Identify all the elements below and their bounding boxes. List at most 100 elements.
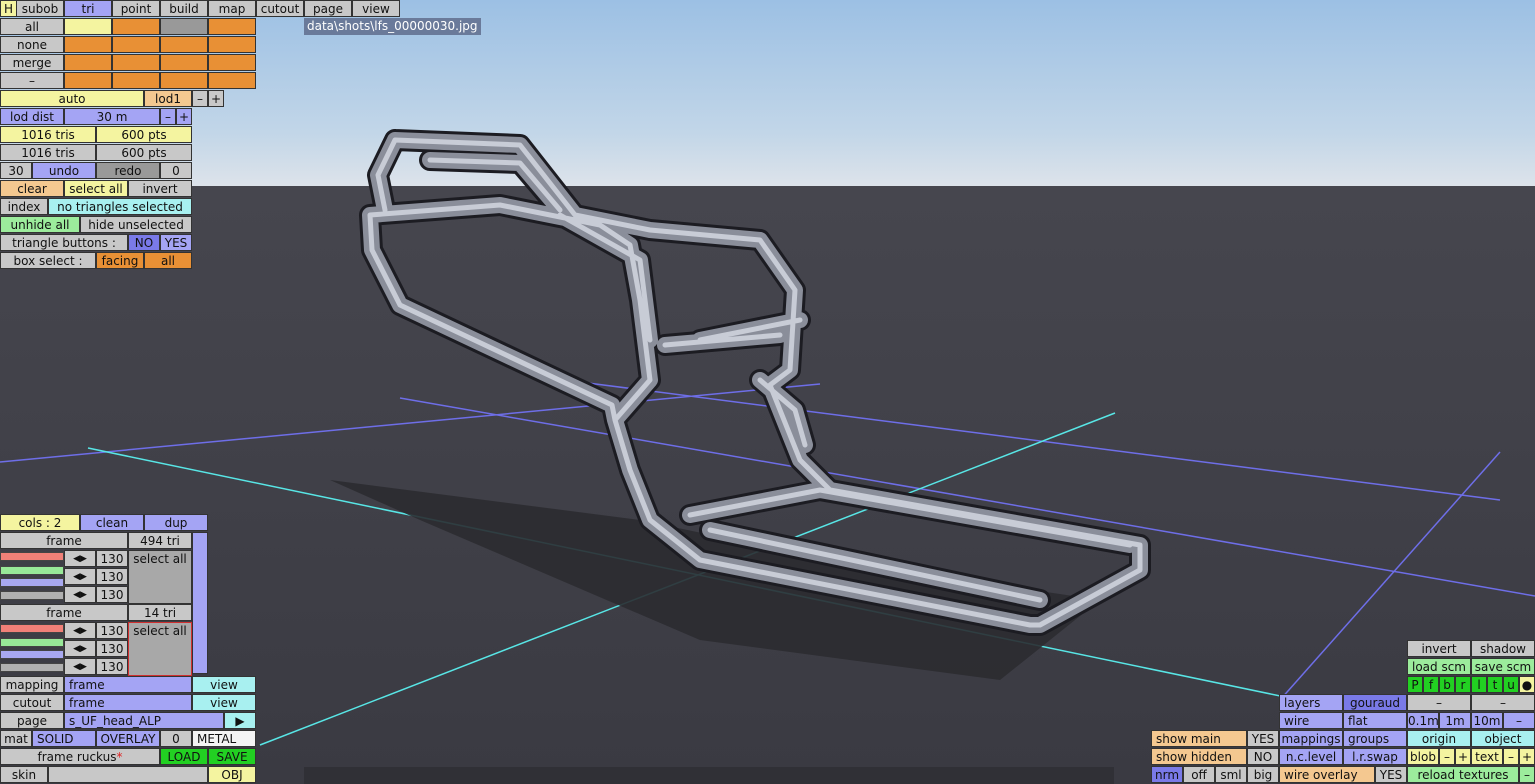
dot-icon[interactable]: ●	[1519, 676, 1535, 693]
clean-button[interactable]: clean	[80, 514, 144, 531]
show-hidden-value[interactable]: NO	[1247, 748, 1279, 765]
arrow-right-icon[interactable]: ▶	[80, 572, 87, 582]
hide-unselected-button[interactable]: hide unselected	[80, 216, 192, 233]
layers-button[interactable]: layers	[1279, 694, 1343, 711]
arrow-left-icon[interactable]: ◀	[73, 572, 80, 582]
big-button[interactable]: big	[1247, 766, 1279, 783]
red-slider[interactable]	[0, 624, 64, 633]
flag-f[interactable]: f	[1423, 676, 1439, 693]
arrow-left-icon[interactable]: ◀	[73, 626, 80, 636]
group-cell[interactable]	[160, 72, 208, 89]
select-all-tri-button[interactable]: select all	[64, 180, 128, 197]
wire-overlay-value[interactable]: YES	[1375, 766, 1407, 783]
dist-0-1m[interactable]: 0.1m	[1407, 712, 1439, 729]
tab-h[interactable]: H	[0, 0, 17, 17]
arrow-left-icon[interactable]: ◀	[73, 554, 80, 564]
gouraud-button[interactable]: gouraud	[1343, 694, 1407, 711]
invert-button[interactable]: invert	[128, 180, 192, 197]
page-value[interactable]: s_UF_head_ALP	[64, 712, 224, 729]
dist-10m[interactable]: 10m	[1471, 712, 1503, 729]
scrollbar[interactable]	[192, 532, 208, 674]
tab-subob[interactable]: subob	[16, 0, 64, 17]
alpha-slider[interactable]	[0, 591, 64, 600]
tab-page[interactable]: page	[304, 0, 352, 17]
blue-slider[interactable]	[0, 578, 64, 587]
group-cell[interactable]	[208, 18, 256, 35]
arrow-left-icon[interactable]: ◀	[73, 644, 80, 654]
blob-minus-button[interactable]: –	[1439, 748, 1455, 765]
tab-build[interactable]: build	[160, 0, 208, 17]
color-arrows[interactable]: ◀▶	[64, 550, 96, 567]
text-minus-button[interactable]: –	[1503, 748, 1519, 765]
tab-cutout[interactable]: cutout	[256, 0, 304, 17]
lr-swap-button[interactable]: l.r.swap	[1343, 748, 1407, 765]
undo-button[interactable]: undo	[32, 162, 96, 179]
page-next-icon[interactable]: ▶	[224, 712, 256, 729]
dist-minus[interactable]: –	[1503, 712, 1535, 729]
dist-minus-button[interactable]: –	[1407, 694, 1471, 711]
blue-slider[interactable]	[0, 650, 64, 659]
solid-button[interactable]: SOLID	[32, 730, 96, 747]
arrow-left-icon[interactable]: ◀	[73, 662, 80, 672]
group-cell[interactable]	[160, 36, 208, 53]
flag-b[interactable]: b	[1439, 676, 1455, 693]
group-cell[interactable]	[64, 18, 112, 35]
save-button[interactable]: SAVE	[208, 748, 256, 765]
groups-button[interactable]: groups	[1343, 730, 1407, 747]
load-scm-button[interactable]: load scm	[1407, 658, 1471, 675]
dash-button[interactable]: –	[0, 72, 64, 89]
group-2-select-all[interactable]: select all	[128, 622, 192, 676]
lod-dist-plus-button[interactable]: +	[176, 108, 192, 125]
skin-value[interactable]	[48, 766, 208, 783]
dist-minus-button-2[interactable]: –	[1471, 694, 1535, 711]
arrow-right-icon[interactable]: ▶	[80, 662, 87, 672]
redo-button[interactable]: redo	[96, 162, 160, 179]
cutout-view-button[interactable]: view	[192, 694, 256, 711]
index-button[interactable]: index	[0, 198, 48, 215]
group-cell[interactable]	[112, 72, 160, 89]
flat-button[interactable]: flat	[1343, 712, 1407, 729]
lod-button[interactable]: lod1	[144, 90, 192, 107]
clear-button[interactable]: clear	[0, 180, 64, 197]
arrow-left-icon[interactable]: ◀	[73, 590, 80, 600]
arrow-right-icon[interactable]: ▶	[80, 554, 87, 564]
group-cell[interactable]	[160, 18, 208, 35]
mapping-view-button[interactable]: view	[192, 676, 256, 693]
arrow-right-icon[interactable]: ▶	[80, 644, 87, 654]
box-select-facing[interactable]: facing	[96, 252, 144, 269]
tab-tri[interactable]: tri	[64, 0, 112, 17]
group-cell[interactable]	[208, 36, 256, 53]
lod-plus-button[interactable]: +	[208, 90, 224, 107]
group-cell[interactable]	[112, 36, 160, 53]
obj-button[interactable]: OBJ	[208, 766, 256, 783]
frame-group-2[interactable]: frame	[0, 604, 128, 621]
invert-view-button[interactable]: invert	[1407, 640, 1471, 657]
sml-button[interactable]: sml	[1215, 766, 1247, 783]
lod-dist-minus-button[interactable]: –	[160, 108, 176, 125]
group-cell[interactable]	[64, 54, 112, 71]
mapping-value[interactable]: frame	[64, 676, 192, 693]
lod-minus-button[interactable]: –	[192, 90, 208, 107]
frame-group-1[interactable]: frame	[0, 532, 128, 549]
blob-plus-button[interactable]: +	[1455, 748, 1471, 765]
tab-point[interactable]: point	[112, 0, 160, 17]
group-cell[interactable]	[64, 36, 112, 53]
nc-level-button[interactable]: n.c.level	[1279, 748, 1343, 765]
flag-r[interactable]: r	[1455, 676, 1471, 693]
origin-button[interactable]: origin	[1407, 730, 1471, 747]
group-cell[interactable]	[64, 72, 112, 89]
dist-1m[interactable]: 1m	[1439, 712, 1471, 729]
arrow-right-icon[interactable]: ▶	[80, 626, 87, 636]
group-cell[interactable]	[112, 18, 160, 35]
viewport-3d[interactable]	[0, 0, 1535, 784]
wire-button[interactable]: wire	[1279, 712, 1343, 729]
color-arrows[interactable]: ◀▶	[64, 658, 96, 675]
object-button[interactable]: object	[1471, 730, 1535, 747]
group-1-select-all[interactable]: select all	[128, 550, 192, 604]
reload-minus-button[interactable]: –	[1519, 766, 1535, 783]
box-select-all[interactable]: all	[144, 252, 192, 269]
metal-button[interactable]: METAL	[192, 730, 256, 747]
cutout-value[interactable]: frame	[64, 694, 192, 711]
color-arrows[interactable]: ◀▶	[64, 640, 96, 657]
green-slider[interactable]	[0, 638, 64, 647]
